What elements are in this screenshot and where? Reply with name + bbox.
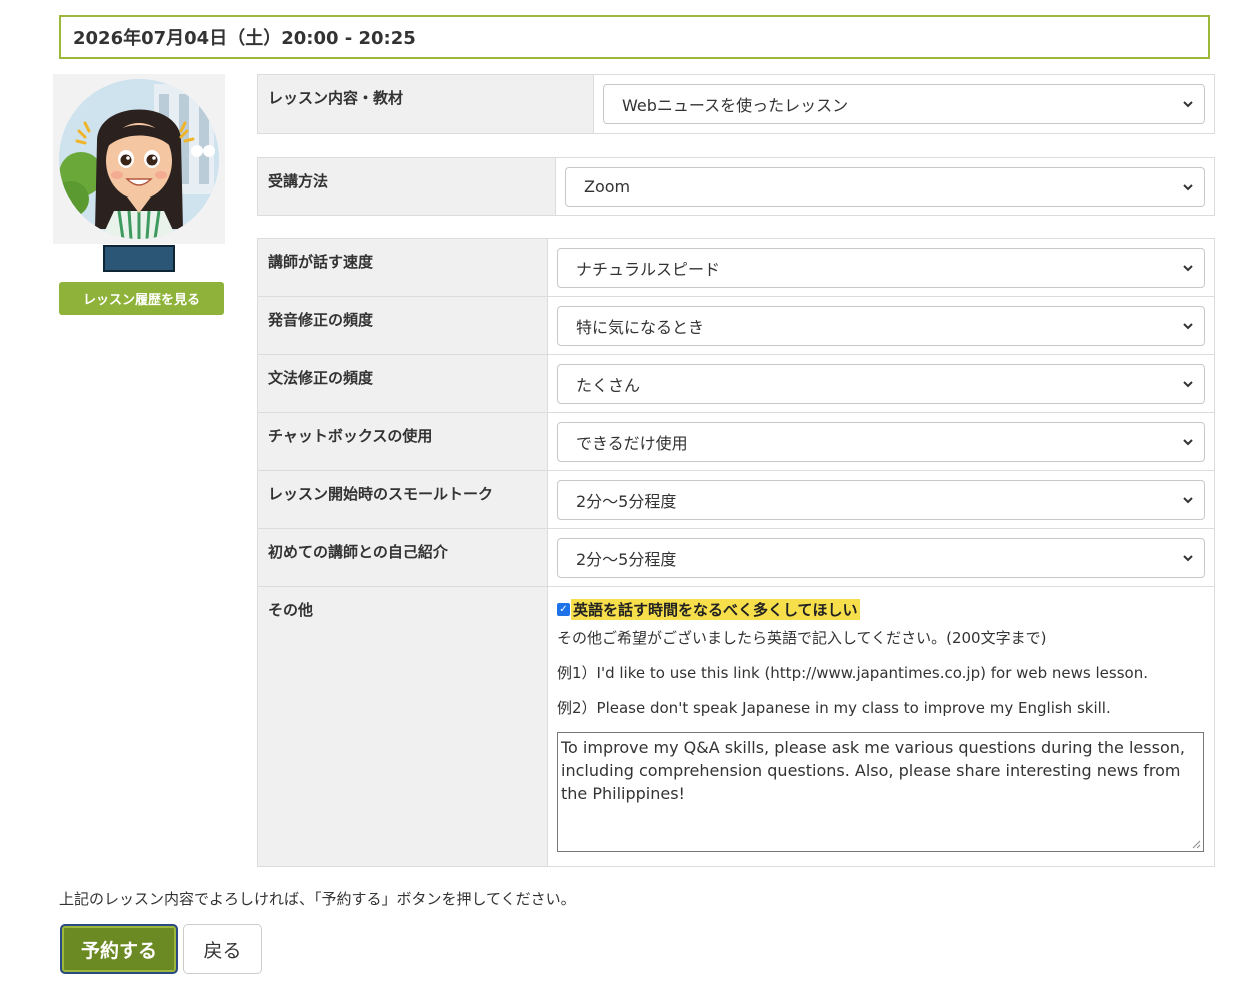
lesson-content-table: レッスン内容・教材 Webニュースを使ったレッスン — [257, 74, 1215, 134]
resize-grip-icon[interactable] — [1191, 839, 1201, 849]
intro-label: 初めての講師との自己紹介 — [257, 528, 548, 587]
method-select[interactable]: Zoom — [565, 166, 1205, 207]
intro-select[interactable]: 2分〜5分程度 — [557, 537, 1205, 578]
other-label: その他 — [257, 586, 548, 867]
chevron-down-icon — [1183, 554, 1193, 561]
speed-select[interactable]: ナチュラルスピード — [557, 247, 1205, 288]
check-icon[interactable]: ✓ — [557, 603, 570, 616]
intro-value: 2分〜5分程度 — [576, 549, 677, 569]
grammar-value: たくさん — [576, 375, 641, 395]
smalltalk-value: 2分〜5分程度 — [576, 491, 677, 511]
method-label: 受講方法 — [257, 157, 556, 216]
teacher-name-redacted — [103, 245, 175, 272]
pronunciation-label: 発音修正の頻度 — [257, 296, 548, 355]
chevron-down-icon — [1183, 183, 1193, 190]
reserve-button[interactable]: 予約する — [60, 924, 178, 974]
smalltalk-label: レッスン開始時のスモールトーク — [257, 470, 548, 529]
lesson-history-button[interactable]: レッスン履歴を見る — [59, 282, 224, 315]
chatbox-value: できるだけ使用 — [576, 433, 688, 453]
speak-more-checkbox[interactable]: ✓ 英語を話す時間をなるべく多くしてほしい — [557, 599, 1205, 620]
other-note: その他ご希望がございましたら英語で記入してください。(200文字まで) — [557, 629, 1047, 647]
textarea-value[interactable]: To improve my Q&A skills, please ask me … — [561, 738, 1185, 803]
example-1: 例1）I'd like to use this link (http://www… — [557, 664, 1148, 682]
chevron-down-icon — [1183, 496, 1193, 503]
preferences-table: 講師が話す速度 ナチュラルスピード 発音修正の頻度 特に気になるとき 文法修正の… — [257, 238, 1215, 867]
method-table: 受講方法 Zoom — [257, 157, 1215, 216]
smalltalk-select[interactable]: 2分〜5分程度 — [557, 479, 1205, 520]
example-2: 例2）Please don't speak Japanese in my cla… — [557, 699, 1111, 717]
chevron-down-icon — [1183, 380, 1193, 387]
back-button[interactable]: 戻る — [183, 924, 262, 974]
chevron-down-icon — [1183, 264, 1193, 271]
speed-value: ナチュラルスピード — [576, 259, 721, 279]
chevron-down-icon — [1183, 438, 1193, 445]
other-requests-textarea[interactable]: To improve my Q&A skills, please ask me … — [557, 732, 1204, 852]
lesson-content-select[interactable]: Webニュースを使ったレッスン — [603, 84, 1205, 124]
chevron-down-icon — [1183, 101, 1193, 108]
avatar-illustration — [59, 79, 219, 239]
chatbox-select[interactable]: できるだけ使用 — [557, 421, 1205, 462]
grammar-label: 文法修正の頻度 — [257, 354, 548, 413]
chevron-down-icon — [1183, 322, 1193, 329]
method-value: Zoom — [584, 177, 631, 196]
lesson-content-label: レッスン内容・教材 — [257, 74, 594, 134]
lesson-datetime: 2026年07月04日（土）20:00 - 20:25 — [59, 15, 1210, 59]
teacher-avatar — [53, 74, 225, 244]
chatbox-label: チャットボックスの使用 — [257, 412, 548, 471]
confirm-message: 上記のレッスン内容でよろしければ、「予約する」ボタンを押してください。 — [59, 890, 576, 908]
lesson-content-value: Webニュースを使ったレッスン — [622, 96, 849, 115]
speed-label: 講師が話す速度 — [257, 238, 548, 297]
grammar-select[interactable]: たくさん — [557, 363, 1205, 404]
pronunciation-select[interactable]: 特に気になるとき — [557, 305, 1205, 346]
speak-more-label[interactable]: 英語を話す時間をなるべく多くしてほしい — [571, 599, 860, 620]
pronunciation-value: 特に気になるとき — [576, 317, 705, 337]
